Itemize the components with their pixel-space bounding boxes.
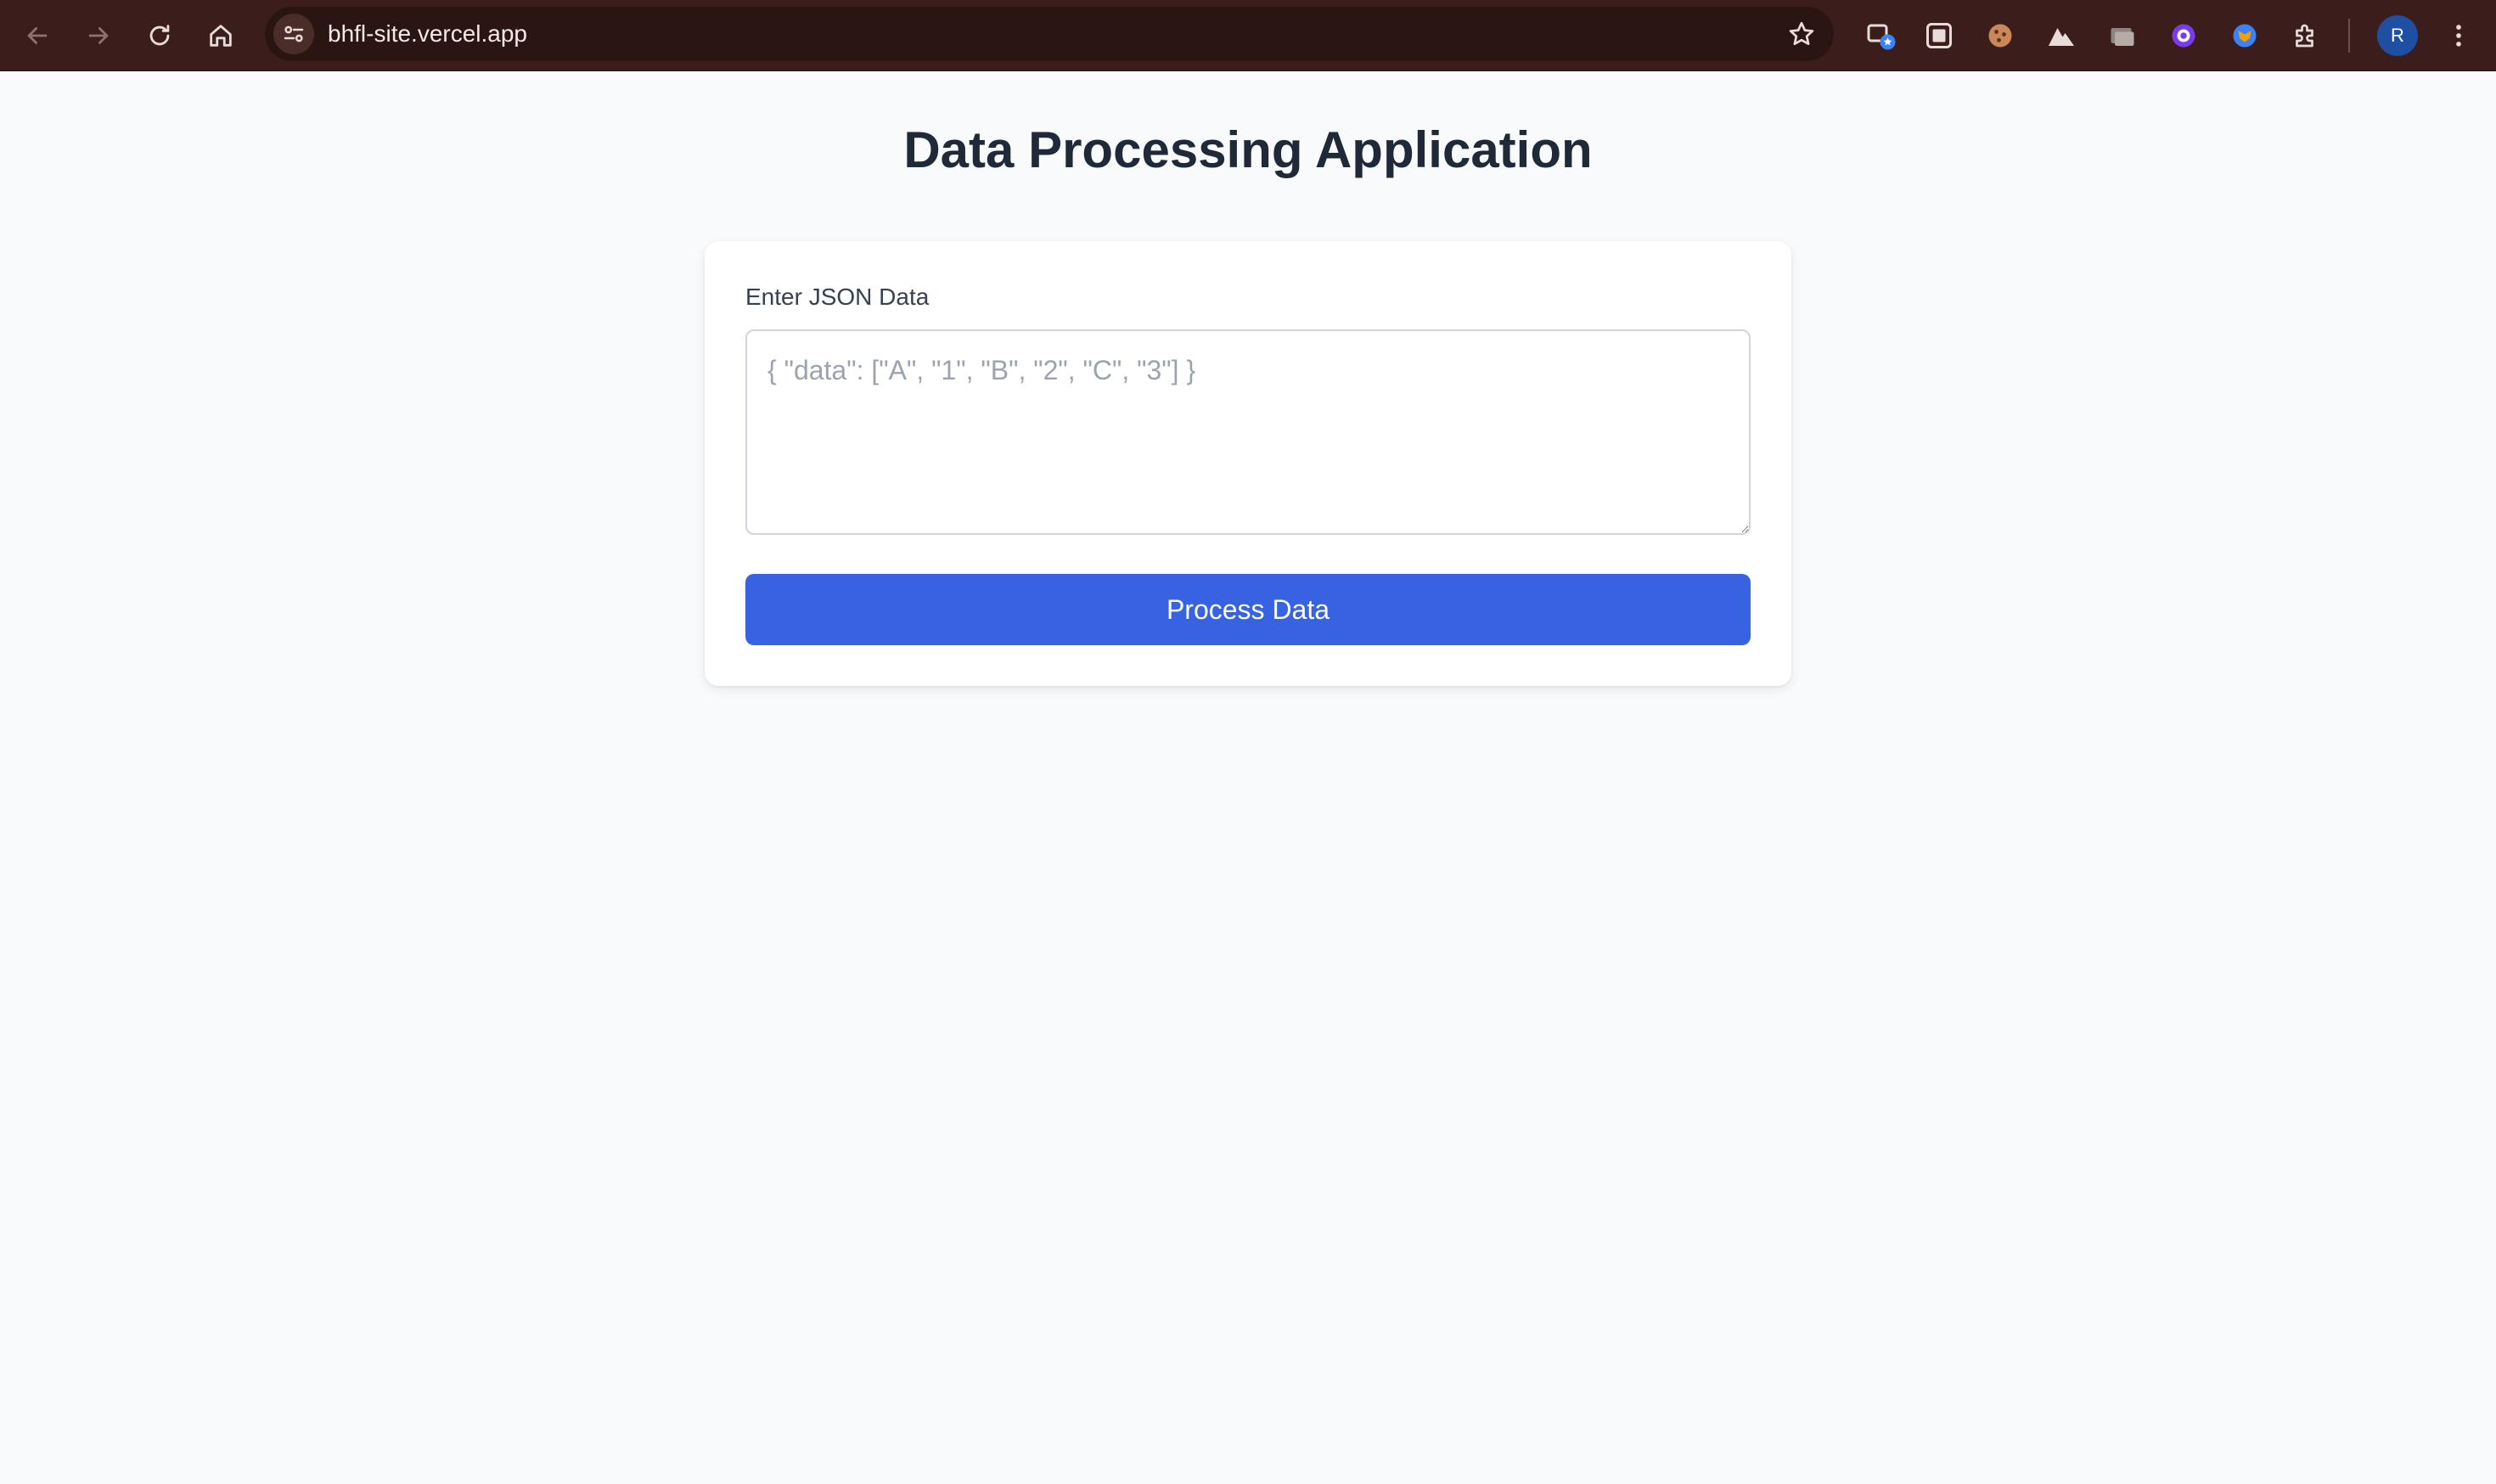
fox-extension-icon[interactable]	[2224, 15, 2265, 56]
star-icon[interactable]	[1786, 19, 1817, 49]
reload-button[interactable]	[139, 15, 180, 56]
url-text[interactable]: bhfl-site.vercel.app	[328, 7, 527, 61]
forward-button[interactable]	[78, 15, 119, 56]
address-bar[interactable]: bhfl-site.vercel.app	[265, 7, 1834, 61]
process-data-button[interactable]: Process Data	[745, 574, 1751, 645]
tab-star-extension-icon[interactable]	[1861, 15, 1902, 56]
reload-icon	[149, 25, 170, 46]
arrow-left-icon	[27, 27, 48, 44]
tune-icon	[284, 25, 304, 42]
json-form-card: Enter JSON Data Process Data	[705, 241, 1791, 686]
purple-badge-extension-icon[interactable]	[2163, 15, 2204, 56]
mountain-extension-icon[interactable]	[2041, 15, 2082, 56]
toolbar-divider	[2348, 19, 2350, 53]
home-icon	[210, 25, 232, 47]
back-button[interactable]	[17, 15, 58, 56]
arrow-right-icon	[88, 27, 109, 44]
profile-avatar[interactable]: R	[2377, 15, 2418, 56]
window-extension-icon[interactable]	[2102, 15, 2143, 56]
kebab-menu-icon[interactable]	[2438, 15, 2479, 56]
home-button[interactable]	[200, 15, 241, 56]
puzzle-extensions-icon[interactable]	[2285, 15, 2326, 56]
cookie-extension-icon[interactable]	[1980, 15, 2021, 56]
screen-capture-extension-icon[interactable]	[1919, 15, 1959, 56]
site-info-button[interactable]	[273, 14, 314, 54]
browser-toolbar: bhfl-site.vercel.app R	[0, 0, 2496, 71]
json-data-textarea[interactable]	[745, 329, 1751, 535]
json-input-label: Enter JSON Data	[745, 284, 930, 310]
page-title: Data Processing Application	[903, 121, 1593, 178]
